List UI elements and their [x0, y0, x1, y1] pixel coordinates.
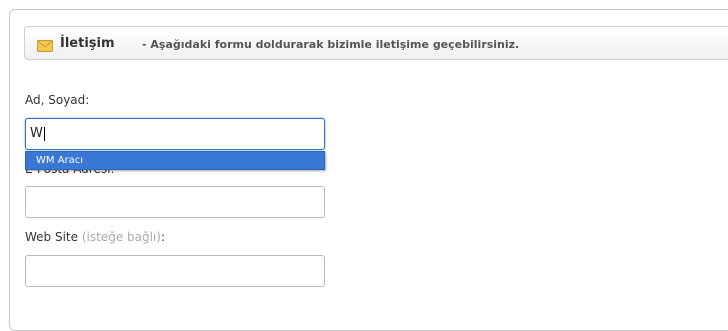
website-optional-note: (isteğe bağlı) [81, 230, 161, 244]
website-label: Web Site (isteğe bağlı): [25, 230, 165, 244]
name-input[interactable]: W [25, 118, 325, 150]
autocomplete-suggestion[interactable]: WM Aracı [25, 151, 325, 170]
name-label: Ad, Soyad: [25, 93, 90, 107]
text-caret [43, 126, 45, 141]
page-title: İletişim [60, 36, 115, 51]
website-label-text: Web Site [25, 230, 79, 244]
envelope-icon [37, 37, 53, 52]
contact-header: İletişim - Aşağıdaki formu doldurarak bi… [24, 26, 728, 60]
name-input-value: W [30, 126, 43, 141]
email-input[interactable] [25, 186, 325, 218]
website-label-colon: : [160, 230, 165, 244]
page-subtitle: - Aşağıdaki formu doldurarak bizimle ile… [142, 38, 520, 51]
website-input[interactable] [25, 255, 325, 287]
